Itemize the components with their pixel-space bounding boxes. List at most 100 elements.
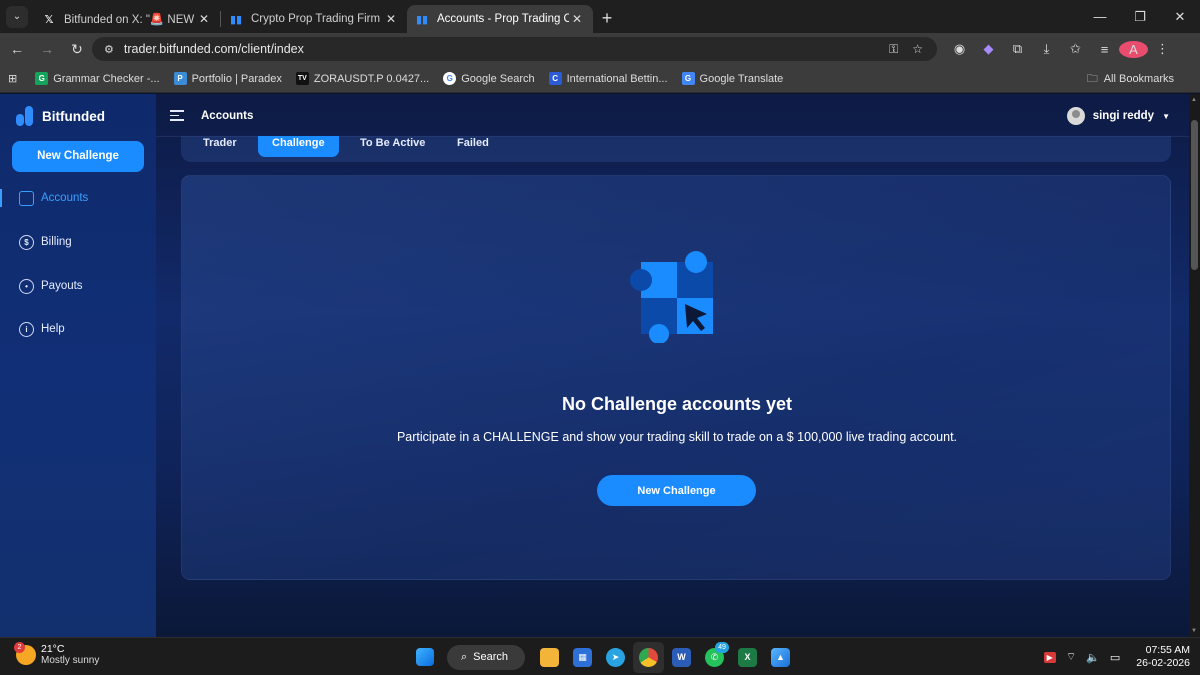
site-info-icon[interactable]: ⚙	[104, 43, 114, 56]
empty-state-panel: No Challenge accounts yet Participate in…	[181, 175, 1171, 580]
sunny-icon: 2	[14, 641, 36, 665]
reading-list-icon[interactable]: ≡	[1090, 42, 1119, 57]
wifi-icon[interactable]: ⌔	[1066, 650, 1076, 664]
window-controls: — ❐ ✕	[1080, 0, 1200, 33]
sidebar-item-label: Payouts	[41, 280, 83, 292]
menu-dots-icon[interactable]: ⋮	[1148, 41, 1177, 57]
dollar-icon: $	[19, 234, 34, 250]
tab-to-be-active[interactable]: To Be Active	[346, 136, 439, 157]
top-bar: Accounts singi reddy ▼	[156, 94, 1200, 137]
store-icon[interactable]: ▦	[567, 642, 598, 673]
url-text[interactable]: trader.bitfunded.com/client/index	[124, 42, 889, 56]
battery-icon[interactable]: ▭	[1110, 651, 1120, 664]
browser-tab[interactable]: 𝕏 Bitfunded on X: "🚨 NEW GIVEAWAY ✕	[34, 5, 220, 33]
apps-grid-icon[interactable]: ⊞	[8, 72, 17, 85]
puzzle-icon[interactable]: ⧉	[1003, 41, 1032, 57]
clock-time: 07:55 AM	[1145, 644, 1190, 656]
tab-search-icon[interactable]: ⌄	[6, 5, 28, 28]
tab-challenge[interactable]: Challenge	[258, 136, 339, 157]
minimize-icon[interactable]: —	[1080, 0, 1120, 33]
bookmark-item[interactable]: G Google Translate	[681, 72, 783, 85]
bookmark-item[interactable]: TV ZORAUSDT.P 0.0427...	[295, 72, 429, 85]
extension-icons: ◉ ◆ ⧉ ⤓ ✩ ≡ A ⋮	[945, 33, 1177, 65]
sidebar: Bitfunded New Challenge Accounts $ Billi…	[0, 94, 156, 637]
close-icon[interactable]: ✕	[383, 12, 399, 26]
favorites-icon[interactable]: ✩	[1061, 41, 1090, 57]
bookmark-label: Portfolio | Paradex	[191, 72, 282, 85]
sidebar-item-label: Billing	[41, 236, 72, 248]
new-challenge-sidebar-button[interactable]: New Challenge	[12, 141, 144, 172]
brand-name: Bitfunded	[42, 108, 105, 124]
tab-trader[interactable]: Trader	[189, 136, 251, 157]
excel-icon[interactable]: X	[732, 642, 763, 673]
extension-icon[interactable]: ◆	[974, 41, 1003, 57]
word-icon[interactable]: W	[666, 642, 697, 673]
user-name: singi reddy	[1092, 110, 1155, 122]
telegram-icon[interactable]: ➤	[600, 642, 631, 673]
new-challenge-button[interactable]: New Challenge	[597, 475, 756, 506]
windows-start-icon[interactable]	[409, 642, 440, 673]
tradingview-icon: TV	[295, 72, 309, 85]
taskbar-search[interactable]: ⌕ Search	[447, 644, 525, 670]
empty-state-title: No Challenge accounts yet	[561, 394, 793, 414]
whatsapp-icon[interactable]: ✆ 49	[699, 641, 730, 673]
browser-tab[interactable]: ▮▮ Crypto Prop Trading Firm | Get Fu ✕	[221, 5, 407, 33]
download-icon[interactable]: ⤓	[1032, 41, 1061, 57]
clock[interactable]: 07:55 AM 26-02-2026	[1136, 644, 1190, 670]
bookmark-item[interactable]: C International Bettin...	[548, 72, 668, 85]
hamburger-menu-icon[interactable]	[170, 110, 184, 122]
bookmark-item[interactable]: G Grammar Checker -...	[35, 72, 160, 85]
user-menu[interactable]: singi reddy ▼	[1066, 107, 1170, 125]
empty-state-subtitle: Participate in a CHALLENGE and show your…	[396, 430, 958, 444]
scroll-down-icon[interactable]: ▼	[1191, 628, 1197, 634]
bookmark-item[interactable]: G Google Search	[443, 72, 535, 85]
reload-icon[interactable]: ↻	[64, 41, 90, 58]
forward-icon[interactable]: →	[34, 41, 60, 57]
new-tab-icon[interactable]: +	[593, 8, 621, 29]
bookmark-item[interactable]: P Portfolio | Paradex	[173, 72, 282, 85]
google-translate-icon: G	[681, 72, 695, 85]
tab-failed[interactable]: Failed	[443, 136, 503, 157]
account-filter-tabs: Trader Challenge To Be Active Failed	[181, 136, 1171, 162]
bookmark-label: Grammar Checker -...	[53, 72, 160, 85]
x-icon: 𝕏	[44, 13, 54, 26]
close-icon[interactable]: ✕	[569, 12, 585, 26]
weather-widget[interactable]: 2 21°C Mostly sunny	[14, 641, 99, 666]
url-omnibox[interactable]: ⚙ trader.bitfunded.com/client/index ⚿ ☆	[92, 37, 937, 61]
betting-icon: C	[548, 72, 562, 85]
file-explorer-icon[interactable]	[534, 642, 565, 673]
chrome-icon[interactable]	[633, 641, 664, 673]
brand-logo[interactable]: Bitfunded	[16, 106, 105, 126]
sidebar-item-billing[interactable]: $ Billing	[0, 230, 156, 254]
photos-icon[interactable]: ▲	[765, 642, 796, 673]
close-icon[interactable]: ✕	[196, 12, 212, 26]
restore-icon[interactable]: ❐	[1120, 0, 1160, 33]
page-title: Accounts	[201, 110, 254, 122]
all-bookmarks[interactable]: 🗀 All Bookmarks	[1087, 65, 1174, 93]
caret-down-icon: ▼	[1162, 111, 1170, 121]
tab-title: Crypto Prop Trading Firm | Get Fu	[251, 13, 383, 25]
profile-avatar[interactable]: A	[1119, 40, 1148, 58]
bitfunded-icon: ▮▮	[229, 13, 243, 26]
close-window-icon[interactable]: ✕	[1160, 0, 1200, 33]
app-viewport: Bitfunded New Challenge Accounts $ Billi…	[0, 94, 1200, 637]
volume-icon[interactable]: 🔈	[1086, 651, 1100, 664]
whatsapp-badge: 49	[715, 641, 729, 653]
taskbar-search-label: Search	[473, 651, 509, 663]
sidebar-item-payouts[interactable]: • Payouts	[0, 274, 156, 298]
bookmark-label: International Bettin...	[566, 72, 668, 85]
sidebar-item-accounts[interactable]: Accounts	[0, 186, 156, 210]
sidebar-item-help[interactable]: i Help	[0, 317, 156, 341]
weather-temp: 21°C	[41, 643, 65, 655]
extension-icon[interactable]: ◉	[945, 41, 974, 57]
google-icon: G	[443, 72, 457, 85]
back-icon[interactable]: ←	[4, 41, 30, 57]
scrollbar-thumb[interactable]	[1191, 120, 1198, 270]
page-scrollbar[interactable]: ▲ ▼	[1189, 94, 1200, 637]
bookmark-star-icon[interactable]: ☆	[912, 42, 923, 56]
scroll-up-icon[interactable]: ▲	[1191, 97, 1197, 103]
browser-tab-active[interactable]: ▮▮ Accounts - Prop Trading Client ✕	[407, 5, 593, 33]
avatar	[1066, 107, 1085, 125]
password-key-icon[interactable]: ⚿	[889, 42, 898, 57]
notification-app-icon[interactable]: ▶	[1043, 651, 1056, 663]
